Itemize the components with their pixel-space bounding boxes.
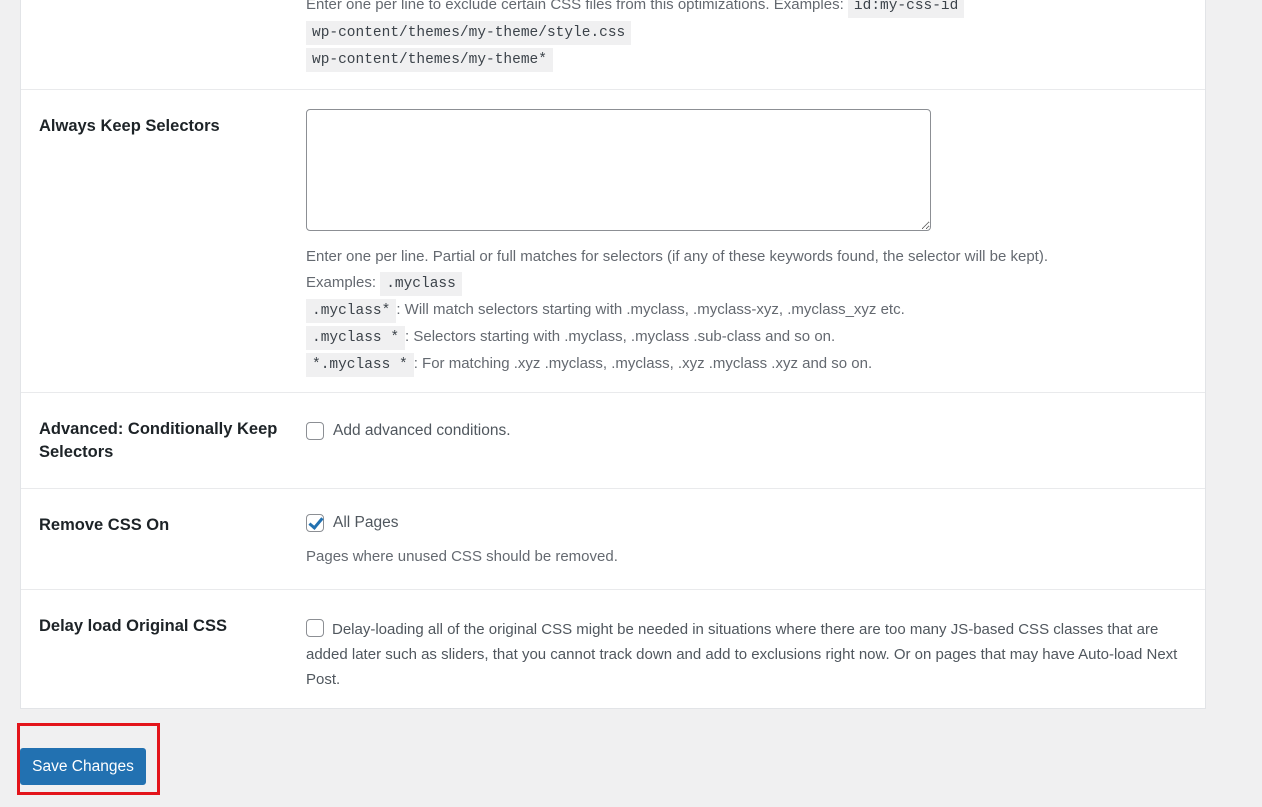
always-keep-selectors-help: Enter one per line. Partial or full matc… (306, 244, 1186, 378)
example-text-myclass-descendant: : Selectors starting with .myclass, .myc… (405, 328, 836, 345)
example-code-star-myclass: *.myclass * (306, 353, 414, 377)
row-remove-css-on: Remove CSS On All Pages Pages where unus… (21, 489, 1205, 590)
save-changes-button[interactable]: Save Changes (20, 748, 146, 785)
exclude-files-field: Enter one per line to exclude certain CS… (306, 0, 1186, 73)
example-code-myclass: .myclass (380, 272, 462, 296)
example-text-star-myclass: : For matching .xyz .myclass, .myclass, … (413, 355, 873, 372)
remove-css-on-field: All Pages Pages where unused CSS should … (306, 510, 1186, 570)
row-advanced-keep-selectors: Advanced: Conditionally Keep Selectors A… (21, 393, 1205, 489)
delay-load-description: Delay-loading all of the original CSS mi… (306, 621, 1178, 688)
row-delay-load-original-css: Delay load Original CSS Delay-loading al… (21, 590, 1205, 709)
example-code-myclass-descendant: .myclass * (306, 326, 406, 350)
advanced-conditions-checkbox[interactable] (306, 422, 324, 441)
always-keep-selectors-label: Always Keep Selectors (39, 117, 220, 135)
example-code-id: id:my-css-id (847, 0, 965, 18)
exclude-files-description: Enter one per line to exclude certain CS… (306, 0, 844, 13)
delay-load-label: Delay load Original CSS (39, 617, 227, 635)
delay-load-field: Delay-loading all of the original CSS mi… (306, 617, 1186, 692)
row-exclude-css-files: Enter one per line to exclude certain CS… (21, 0, 1205, 90)
example-code-theme-wildcard: wp-content/themes/my-theme* (306, 48, 553, 72)
advanced-conditions-label[interactable]: Add advanced conditions. (333, 422, 511, 439)
delay-load-checkbox[interactable] (306, 619, 324, 637)
advanced-keep-label: Advanced: Conditionally Keep Selectors (39, 420, 278, 461)
example-text-myclass-star: : Will match selectors starting with .my… (396, 301, 905, 318)
row-always-keep-selectors: Always Keep Selectors Enter one per line… (21, 90, 1205, 393)
remove-css-on-description: Pages where unused CSS should be removed… (306, 548, 618, 565)
example-code-myclass-star: .myclass* (306, 299, 397, 323)
always-keep-selectors-description: Enter one per line. Partial or full matc… (306, 248, 1049, 265)
advanced-keep-field: Add advanced conditions. (306, 418, 1186, 444)
examples-label: Examples: (306, 274, 377, 291)
example-code-style-path: wp-content/themes/my-theme/style.css (306, 21, 632, 45)
all-pages-label[interactable]: All Pages (333, 514, 398, 531)
all-pages-checkbox[interactable] (306, 514, 324, 533)
always-keep-selectors-textarea[interactable] (306, 109, 931, 231)
settings-panel: Enter one per line to exclude certain CS… (20, 0, 1206, 709)
remove-css-on-label: Remove CSS On (39, 516, 170, 534)
